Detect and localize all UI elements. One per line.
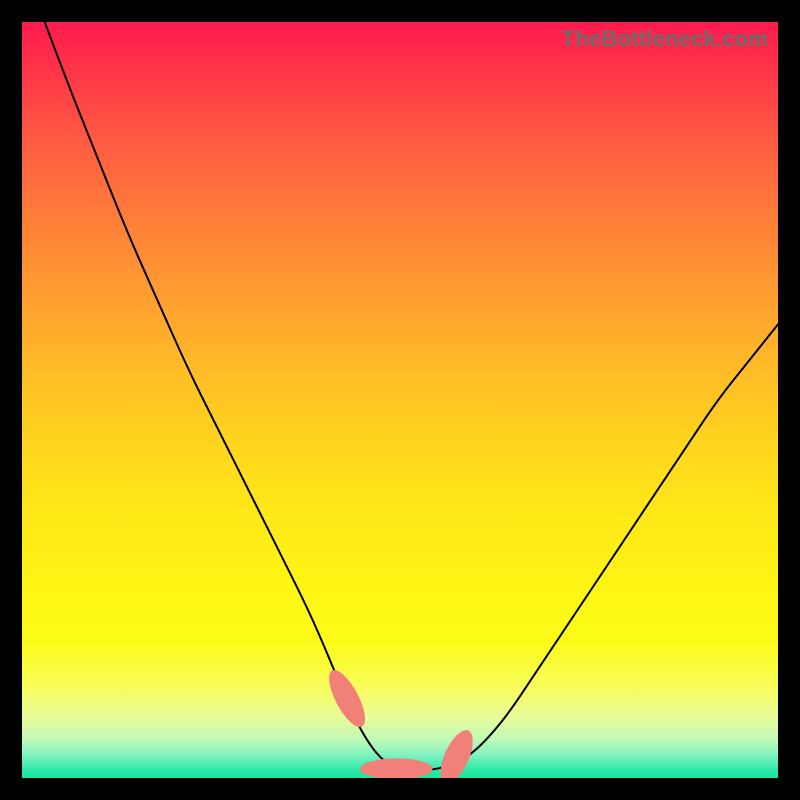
bottleneck-curve [45, 22, 778, 770]
chart-frame: TheBottleneck.com [0, 0, 800, 800]
curve-marker [322, 665, 372, 732]
watermark-text: TheBottleneck.com [562, 26, 768, 52]
curve-markers [322, 665, 479, 778]
curve-layer [22, 22, 778, 778]
curve-marker [360, 758, 433, 778]
plot-area: TheBottleneck.com [22, 22, 778, 778]
